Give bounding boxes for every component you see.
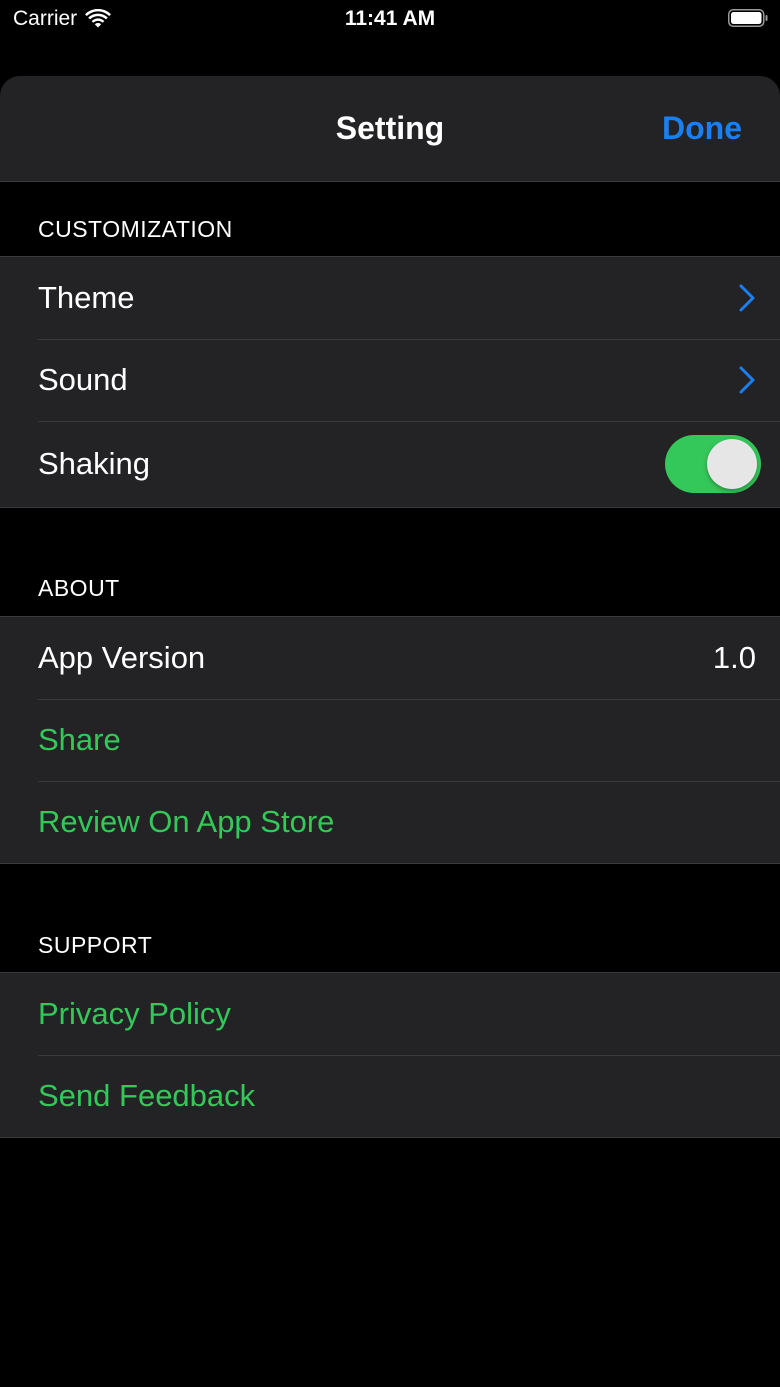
sound-label: Sound (38, 362, 128, 397)
privacy-policy-label: Privacy Policy (38, 996, 231, 1031)
review-label: Review On App Store (38, 804, 335, 839)
section-header-support: SUPPORT (38, 932, 153, 958)
status-bar: Carrier 11:41 AM (0, 0, 780, 40)
settings-sheet: Setting Done CUSTOMIZATION Theme Sound S… (0, 76, 780, 1387)
share-row[interactable]: Share (0, 699, 780, 781)
send-feedback-row[interactable]: Send Feedback (0, 1055, 780, 1137)
sound-row[interactable]: Sound (0, 339, 780, 421)
app-version-value: 1.0 (712, 640, 756, 675)
about-group: App Version 1.0 Share Review On App Stor… (0, 616, 780, 864)
section-header-customization: CUSTOMIZATION (38, 216, 233, 242)
shaking-label: Shaking (38, 446, 151, 481)
app-version-label: App Version (38, 640, 206, 675)
chevron-right-icon (739, 284, 755, 312)
theme-row[interactable]: Theme (0, 257, 780, 339)
status-time: 11:41 AM (344, 7, 436, 30)
chevron-right-icon (739, 366, 755, 394)
shaking-toggle[interactable] (665, 435, 761, 493)
review-row[interactable]: Review On App Store (0, 781, 780, 863)
customization-group: Theme Sound Shaking (0, 256, 780, 508)
theme-label: Theme (38, 280, 135, 315)
shaking-row: Shaking (0, 421, 780, 507)
toggle-knob (707, 439, 757, 489)
send-feedback-label: Send Feedback (38, 1078, 256, 1113)
privacy-policy-row[interactable]: Privacy Policy (0, 973, 780, 1055)
navigation-bar: Setting Done (0, 76, 780, 182)
app-version-row: App Version 1.0 (0, 617, 780, 699)
done-button[interactable]: Done (662, 110, 742, 147)
support-group: Privacy Policy Send Feedback (0, 972, 780, 1138)
battery-icon (728, 9, 768, 27)
section-header-about: ABOUT (38, 575, 120, 601)
share-label: Share (38, 722, 121, 757)
